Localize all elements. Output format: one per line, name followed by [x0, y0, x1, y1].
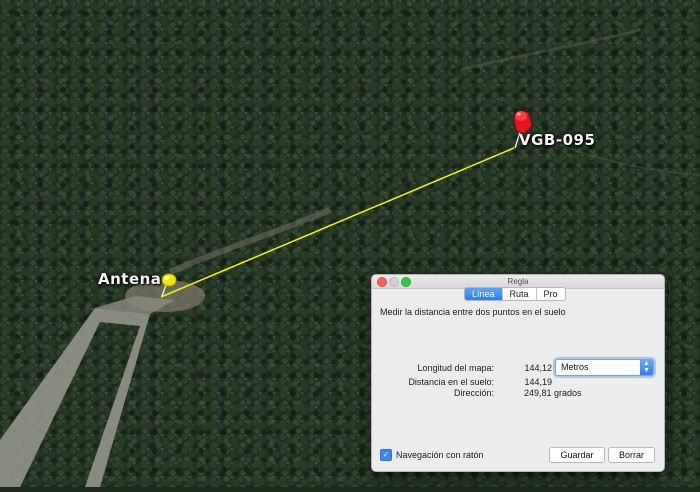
tab-ruta[interactable]: Ruta [501, 288, 536, 300]
direction-value: 249,81 grados [524, 388, 582, 398]
chevron-updown-icon: ▲ ▼ [640, 360, 653, 375]
mouse-navigation-label[interactable]: Navegación con ratón [396, 450, 484, 460]
unit-dropdown[interactable]: Metros ▲ ▼ [555, 359, 654, 376]
ruler-description: Medir la distancia entre dos puntos en e… [380, 307, 566, 317]
ruler-dialog: Regla Línea Ruta Pro Medir la distancia … [371, 274, 665, 472]
mouse-navigation-checkbox[interactable]: ✓ [380, 449, 392, 461]
placemark-label-vgb-095[interactable]: VGB-095 [519, 131, 595, 149]
tab-pro[interactable]: Pro [535, 288, 565, 300]
ground-distance-value: 144,19 [524, 377, 552, 387]
clear-button[interactable]: Borrar [608, 447, 655, 463]
placemark-label-antena[interactable]: Antena [98, 270, 161, 288]
ground-distance-label: Distancia en el suelo: [408, 377, 494, 387]
map-length-label: Longitud del mapa: [417, 363, 494, 373]
save-button[interactable]: Guardar [549, 447, 605, 463]
mouse-navigation-option[interactable]: ✓ Navegación con ratón [380, 449, 484, 461]
tab-linea[interactable]: Línea [465, 288, 502, 300]
direction-label: Dirección: [453, 388, 494, 398]
unit-selected: Metros [561, 362, 589, 372]
ruler-tabs: Línea Ruta Pro [464, 287, 566, 301]
map-length-value: 144,12 [524, 363, 552, 373]
